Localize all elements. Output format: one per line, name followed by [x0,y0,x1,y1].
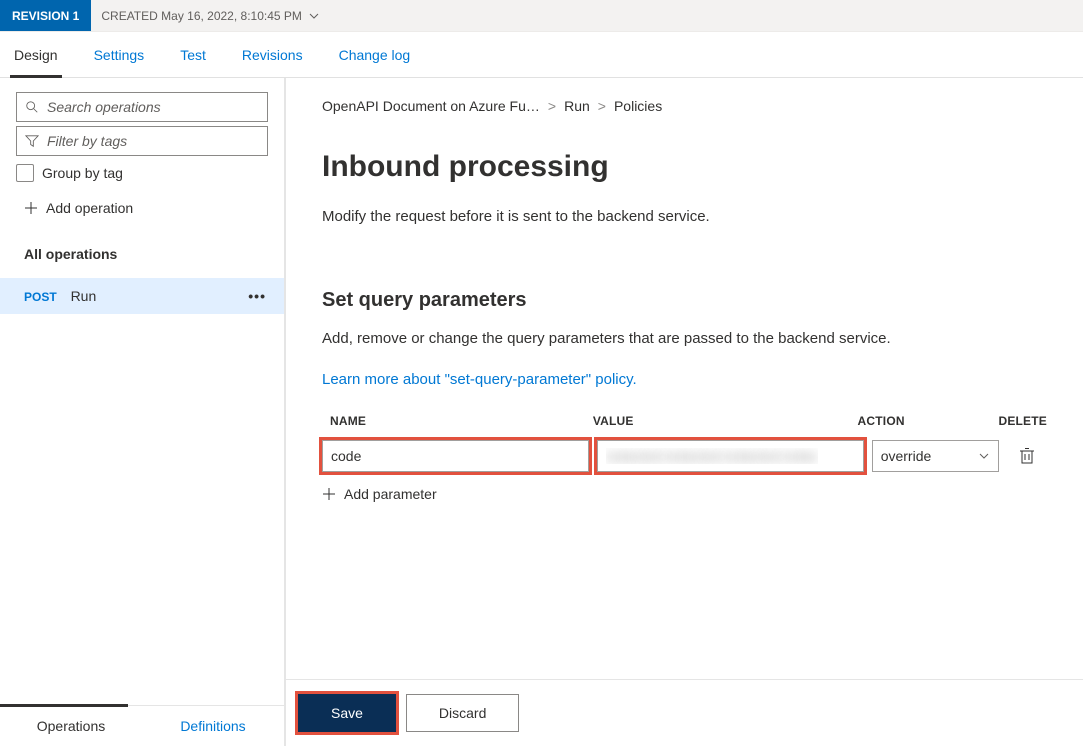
checkbox-box [16,164,34,182]
save-button[interactable]: Save [298,694,396,732]
param-value-input[interactable]: redacted-redacted-redacted-redac [597,440,864,472]
group-by-tag-checkbox[interactable]: Group by tag [16,164,268,182]
breadcrumb-sep: > [548,98,556,114]
chevron-down-icon [978,450,990,462]
tab-settings[interactable]: Settings [94,32,145,77]
ellipsis-icon[interactable]: ••• [248,288,266,304]
top-tabs: Design Settings Test Revisions Change lo… [0,32,1083,78]
add-operation-label: Add operation [46,200,133,216]
plus-icon [24,201,38,215]
param-value-value: redacted-redacted-redacted-redac [606,448,818,464]
breadcrumb-sep: > [598,98,606,114]
group-by-tag-label: Group by tag [42,165,123,181]
filter-tags-input[interactable]: Filter by tags [16,126,268,156]
section-subtitle: Add, remove or change the query paramete… [322,330,1047,347]
search-placeholder: Search operations [47,99,161,115]
sidebar-tab-definitions[interactable]: Definitions [142,706,284,746]
param-action-select[interactable]: override [872,440,1000,472]
param-table-header: NAME VALUE ACTION DELETE [322,414,1047,428]
tab-revisions[interactable]: Revisions [242,32,303,77]
tab-design[interactable]: Design [14,32,58,77]
sidebar-tab-operations[interactable]: Operations [0,706,142,746]
col-header-action: ACTION [858,414,999,428]
breadcrumb: OpenAPI Document on Azure Fu… > Run > Po… [322,98,1047,114]
col-header-name: NAME [322,414,593,428]
filter-icon [25,134,39,148]
breadcrumb-item-api[interactable]: OpenAPI Document on Azure Fu… [322,98,540,114]
breadcrumb-item-policies: Policies [614,98,662,114]
button-bar: Save Discard [286,679,1083,746]
param-action-value: override [881,448,932,464]
operation-item-run[interactable]: POST Run ••• [0,278,284,314]
tab-changelog[interactable]: Change log [339,32,411,77]
search-icon [25,100,39,114]
plus-icon [322,487,336,501]
revision-date-label: CREATED May 16, 2022, 8:10:45 PM [101,9,302,23]
param-name-value: code [331,448,361,464]
param-row: code redacted-redacted-redacted-redac ov… [322,440,1047,472]
col-header-delete: DELETE [998,414,1047,428]
tab-test[interactable]: Test [180,32,206,77]
operation-method: POST [24,290,57,304]
revision-date-dropdown[interactable]: CREATED May 16, 2022, 8:10:45 PM [91,9,320,23]
revision-badge: REVISION 1 [0,0,91,31]
learn-more-link[interactable]: Learn more about "set-query-parameter" p… [322,371,1047,388]
search-operations-input[interactable]: Search operations [16,92,268,122]
breadcrumb-item-operation[interactable]: Run [564,98,590,114]
page-subtitle: Modify the request before it is sent to … [322,208,1047,225]
sidebar-bottom-tabs: Operations Definitions [0,705,284,746]
sidebar: Search operations Filter by tags Group b… [0,78,286,746]
add-parameter-button[interactable]: Add parameter [322,486,1047,502]
add-operation-button[interactable]: Add operation [0,182,284,228]
filter-placeholder: Filter by tags [47,133,127,149]
revision-bar: REVISION 1 CREATED May 16, 2022, 8:10:45… [0,0,1083,32]
section-title: Set query parameters [322,289,1047,312]
add-parameter-label: Add parameter [344,486,437,502]
discard-button[interactable]: Discard [406,694,519,732]
param-table: NAME VALUE ACTION DELETE code redacted-r… [322,414,1047,502]
col-header-value: VALUE [593,414,858,428]
chevron-down-icon [308,10,320,22]
trash-icon [1019,447,1035,465]
all-operations-header[interactable]: All operations [0,228,284,278]
page-title: Inbound processing [322,150,1047,184]
param-name-input[interactable]: code [322,440,589,472]
operation-name: Run [71,288,97,304]
content-area: OpenAPI Document on Azure Fu… > Run > Po… [286,78,1083,746]
param-delete-button[interactable] [1007,447,1047,465]
